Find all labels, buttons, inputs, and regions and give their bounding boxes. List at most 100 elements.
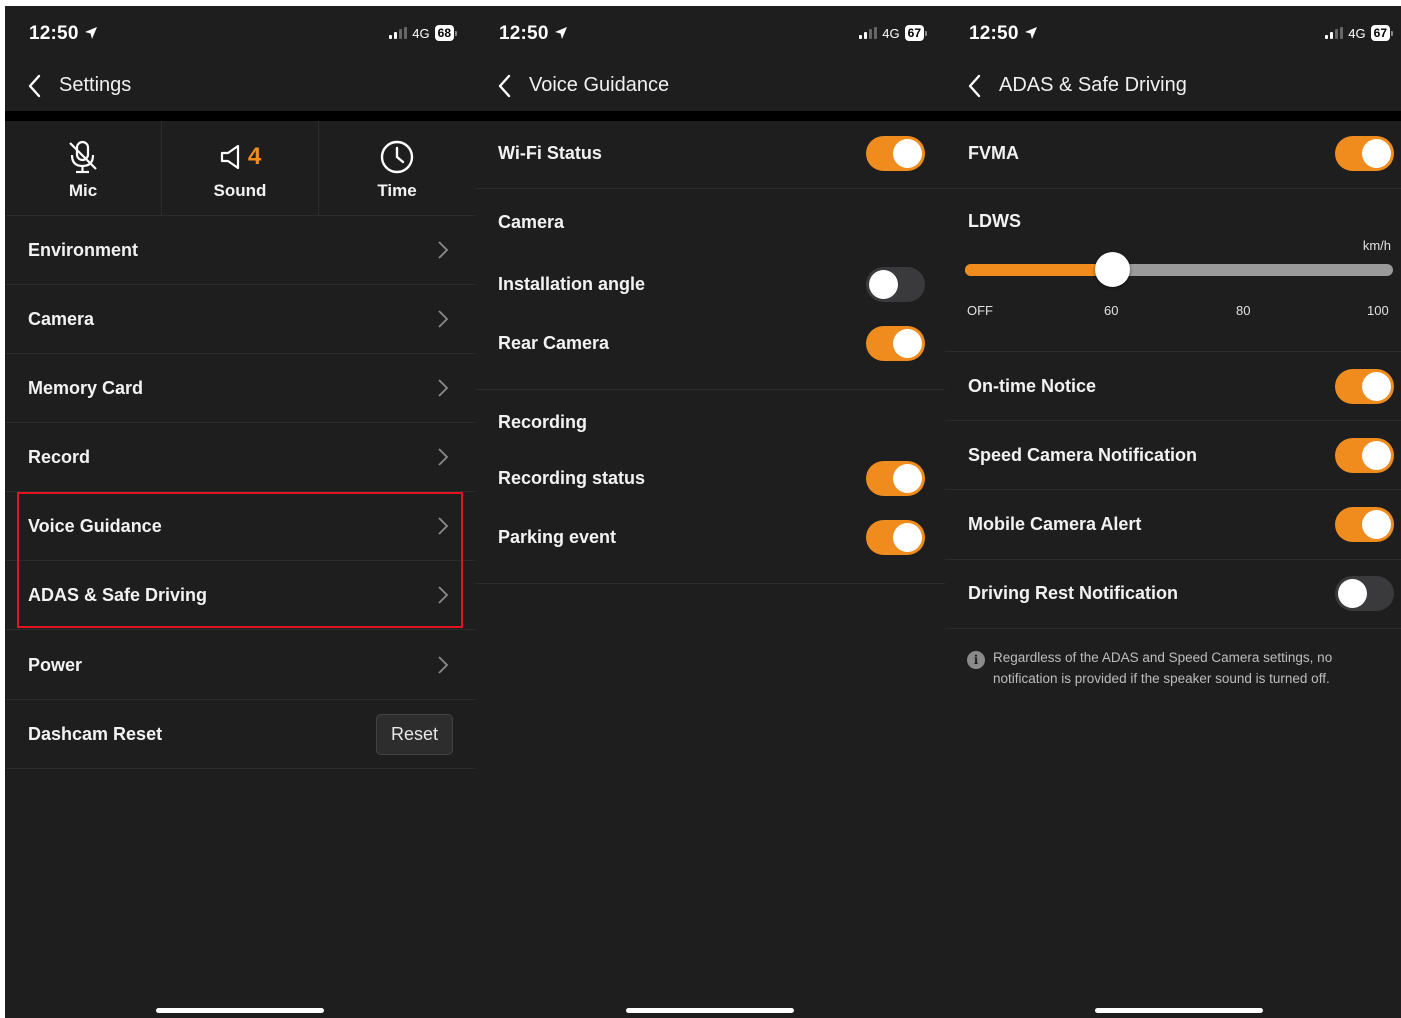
divider [945,351,1401,352]
menu-item-label: Camera [28,308,95,329]
mobile-camera-toggle[interactable] [1335,507,1394,542]
ldws-tick-100: 100 [1367,303,1389,318]
voice-guidance-screen: 12:50 4G 67 Voice Guidance Wi-Fi Status … [475,6,945,1018]
battery-icon: 67 [1370,25,1393,41]
battery-icon: 68 [434,25,457,41]
battery-icon: 67 [904,25,927,41]
status-bar: 12:50 4G 67 [475,6,945,60]
wifi-status-label: Wi-Fi Status [498,143,602,163]
sound-level: 4 [247,143,262,170]
info-icon: i [967,651,985,669]
divider [945,188,1401,189]
header-divider [5,111,475,121]
quick-sound-label: Sound [213,181,267,200]
mobile-camera-label: Mobile Camera Alert [968,514,1142,534]
ldws-slider-fill [965,264,1113,276]
status-bar: 12:50 4G 68 [5,6,475,60]
clock-icon [379,139,415,175]
home-indicator [1095,1008,1263,1013]
speed-camera-label: Speed Camera Notification [968,445,1198,465]
location-arrow-icon [554,27,567,39]
fvma-toggle[interactable] [1335,136,1394,171]
time-text: 12:50 [29,23,79,44]
time-text: 12:50 [499,23,549,44]
menu-item-dashcam-reset: Dashcam Reset Reset [5,700,475,769]
signal-icon [1325,27,1344,39]
battery-level: 68 [434,25,454,41]
back-chevron-icon[interactable] [27,74,43,98]
quick-settings: Mic 4 Sound Time [5,121,475,216]
divider [945,559,1401,560]
status-right: 4G 67 [859,25,927,41]
menu-item-environment[interactable]: Environment [5,216,475,285]
status-bar: 12:50 4G 67 [945,6,1401,60]
speed-camera-toggle[interactable] [1335,438,1394,473]
status-time: 12:50 [499,23,568,45]
highlight-box [17,492,463,628]
menu-item-memory-card[interactable]: Memory Card [5,354,475,423]
ldws-slider-track[interactable] [965,264,1393,276]
nav-title: Settings [59,74,132,96]
network-label: 4G [412,25,430,41]
back-chevron-icon[interactable] [497,74,513,98]
info-note: i Regardless of the ADAS and Speed Camer… [967,647,1371,689]
status-time: 12:50 [969,23,1038,45]
settings-screen: 12:50 4G 68 Settings Mic 4 Sound Time En… [5,6,475,1018]
menu-item-camera[interactable]: Camera [5,285,475,354]
menu-item-record[interactable]: Record [5,423,475,492]
battery-level: 67 [904,25,924,41]
ldws-unit: km/h [1362,238,1391,253]
chevron-right-icon [438,241,449,259]
recording-section-title: Recording [498,412,588,432]
sound-control: 4 [219,139,261,175]
network-label: 4G [1348,25,1366,41]
reset-button[interactable]: Reset [376,714,453,755]
driving-rest-toggle[interactable] [1335,576,1394,611]
menu-item-label: Power [28,654,83,675]
menu-item-label: Environment [28,239,139,260]
ldws-slider-knob[interactable] [1095,252,1130,287]
divider [945,628,1401,629]
chevron-right-icon [438,656,449,674]
ldws-tick-60: 60 [1104,303,1119,318]
menu-item-label: Dashcam Reset [28,723,163,744]
chevron-right-icon [438,310,449,328]
nav-title: Voice Guidance [529,74,670,96]
info-note-text: Regardless of the ADAS and Speed Camera … [993,650,1333,686]
fvma-label: FVMA [968,143,1019,163]
parking-event-toggle[interactable] [866,520,925,555]
recording-status-label: Recording status [498,468,646,488]
camera-section-title: Camera [498,212,565,232]
wifi-status-toggle[interactable] [866,136,925,171]
divider [475,389,945,390]
installation-angle-toggle[interactable] [866,267,925,302]
ldws-label: LDWS [968,211,1021,231]
chevron-right-icon [438,379,449,397]
header-divider [475,111,945,121]
rear-camera-toggle[interactable] [866,326,925,361]
installation-angle-label: Installation angle [498,274,646,294]
mic-off-icon [66,139,100,175]
on-time-notice-label: On-time Notice [968,376,1097,396]
battery-level: 67 [1370,25,1390,41]
menu-item-power[interactable]: Power [5,631,475,700]
quick-mic[interactable]: Mic [5,121,162,215]
speaker-icon [220,144,239,170]
quick-time[interactable]: Time [319,121,475,215]
divider [475,583,945,584]
ldws-tick-off: OFF [967,303,993,318]
quick-time-label: Time [377,181,417,200]
signal-icon [389,27,408,39]
recording-status-toggle[interactable] [866,461,925,496]
quick-mic-label: Mic [68,181,98,200]
status-right: 4G 67 [1325,25,1393,41]
divider [945,489,1401,490]
signal-icon [859,27,878,39]
menu-item-label: Memory Card [28,377,144,398]
quick-sound[interactable]: 4 Sound [162,121,319,215]
nav-bar: Voice Guidance [475,64,945,108]
time-text: 12:50 [969,23,1019,44]
back-chevron-icon[interactable] [967,74,983,98]
on-time-notice-toggle[interactable] [1335,369,1394,404]
nav-bar: Settings [5,64,475,108]
